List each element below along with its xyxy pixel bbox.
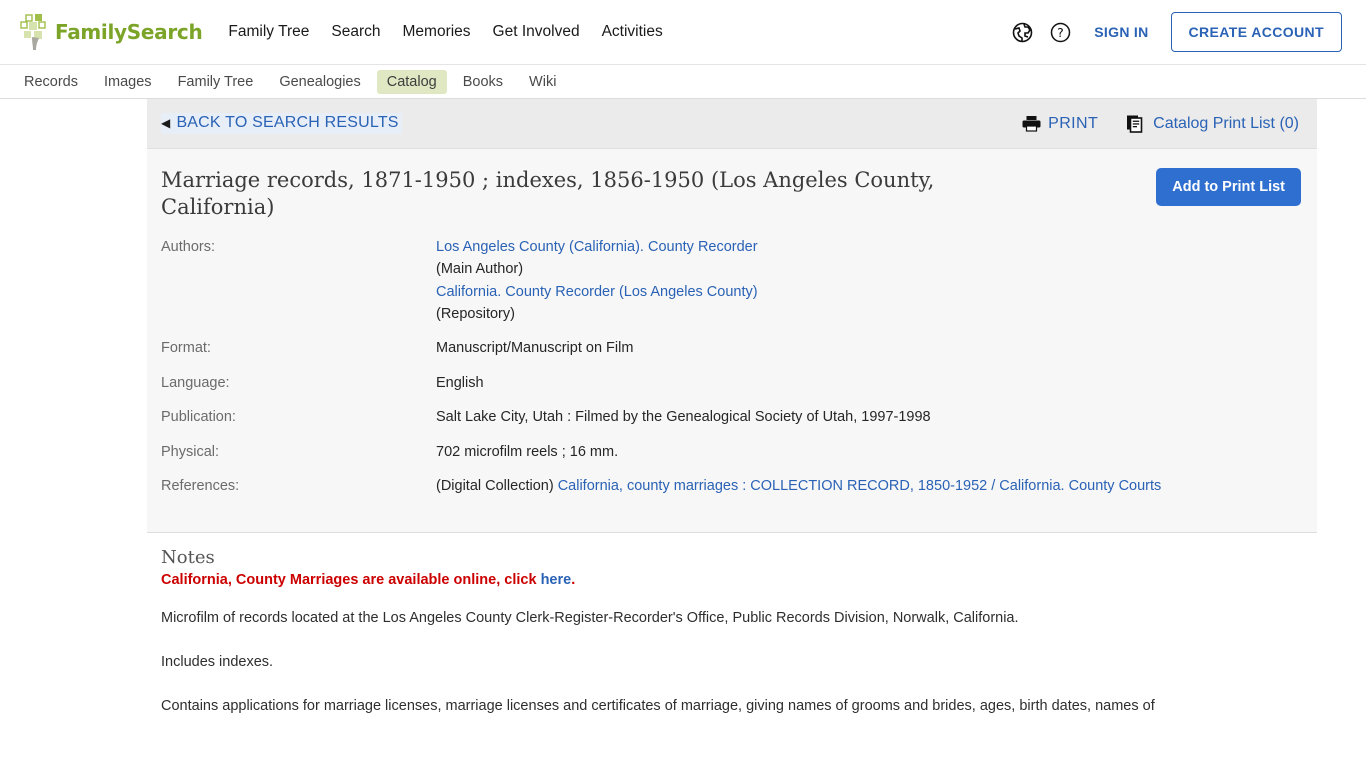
catalog-print-list-button[interactable]: Catalog Print List (0) bbox=[1126, 114, 1299, 134]
notes-here-link[interactable]: here bbox=[541, 572, 572, 588]
table-row: Language: English bbox=[161, 372, 1299, 406]
svg-text:?: ? bbox=[1057, 25, 1064, 40]
record-detail-card: Marriage records, 1871-1950 ; indexes, 1… bbox=[147, 149, 1317, 533]
notes-paragraph-3: Contains applications for marriage licen… bbox=[161, 698, 1155, 715]
back-to-search-results-link[interactable]: ◀ BACK TO SEARCH RESULTS bbox=[161, 113, 402, 134]
page-title: Marriage records, 1871-1950 ; indexes, 1… bbox=[161, 168, 935, 220]
field-value-authors: Los Angeles County (California). County … bbox=[436, 236, 1299, 338]
field-value-references: (Digital Collection) California, county … bbox=[436, 475, 1299, 509]
back-link-label: BACK TO SEARCH RESULTS bbox=[176, 114, 399, 131]
field-label-language: Language: bbox=[161, 374, 230, 391]
author-main-link[interactable]: Los Angeles County (California). County … bbox=[436, 239, 758, 255]
field-value-physical: 702 microfilm reels ; 16 mm. bbox=[436, 443, 619, 460]
print-label: PRINT bbox=[1048, 114, 1099, 132]
sign-in-link[interactable]: SIGN IN bbox=[1094, 24, 1148, 40]
field-label-physical: Physical: bbox=[161, 443, 220, 460]
table-row: Authors: Los Angeles County (California)… bbox=[161, 236, 1299, 338]
notes-section: Notes California, County Marriages are a… bbox=[147, 533, 1317, 717]
subnav-item-images[interactable]: Images bbox=[94, 70, 162, 94]
add-to-print-list-button[interactable]: Add to Print List bbox=[1156, 168, 1301, 206]
subnav-item-wiki[interactable]: Wiki bbox=[519, 70, 566, 94]
subnav-item-books[interactable]: Books bbox=[453, 70, 513, 94]
field-value-format: Manuscript/Manuscript on Film bbox=[436, 340, 634, 357]
family-tree-logo-icon bbox=[20, 13, 54, 51]
nav-memories[interactable]: Memories bbox=[403, 23, 471, 41]
catalog-toolbar: ◀ BACK TO SEARCH RESULTS PRINT Catalog P… bbox=[147, 99, 1317, 149]
table-row: Physical: 702 microfilm reels ; 16 mm. bbox=[161, 441, 1299, 475]
notes-alert-prefix: California, County Marriages are availab… bbox=[161, 571, 541, 588]
field-value-publication: Salt Lake City, Utah : Filmed by the Gen… bbox=[436, 409, 931, 426]
references-prefix: (Digital Collection) bbox=[436, 478, 558, 495]
familysearch-logo[interactable]: FamilySearch bbox=[20, 13, 203, 51]
back-arrow-icon: ◀ bbox=[161, 116, 171, 130]
page-body: ◀ BACK TO SEARCH RESULTS PRINT Catalog P… bbox=[0, 99, 1366, 741]
notes-paragraph-2: Includes indexes. bbox=[161, 654, 274, 671]
author-main-role: (Main Author) bbox=[436, 261, 524, 278]
catalog-print-list-label: Catalog Print List (0) bbox=[1153, 114, 1299, 132]
notes-alert-suffix: . bbox=[571, 571, 576, 588]
author-repository-link[interactable]: California. County Recorder (Los Angeles… bbox=[436, 284, 758, 300]
nav-family-tree[interactable]: Family Tree bbox=[228, 23, 309, 41]
logo-wordmark: FamilySearch bbox=[55, 20, 203, 44]
subnav-item-catalog[interactable]: Catalog bbox=[376, 69, 447, 94]
record-metadata-table: Authors: Los Angeles County (California)… bbox=[161, 236, 1299, 510]
nav-search[interactable]: Search bbox=[331, 23, 380, 41]
help-question-icon[interactable]: ? bbox=[1048, 20, 1072, 44]
nav-activities[interactable]: Activities bbox=[602, 23, 663, 41]
print-button[interactable]: PRINT bbox=[1022, 115, 1098, 133]
document-stack-icon bbox=[1126, 114, 1146, 134]
field-label-authors: Authors: bbox=[161, 238, 215, 255]
field-label-references: References: bbox=[161, 478, 240, 495]
notes-online-alert: California, County Marriages are availab… bbox=[161, 572, 1299, 588]
table-row: Publication: Salt Lake City, Utah : Film… bbox=[161, 406, 1299, 440]
field-label-publication: Publication: bbox=[161, 409, 236, 426]
table-row: References: (Digital Collection) Califor… bbox=[161, 475, 1299, 509]
secondary-nav: Records Images Family Tree Genealogies C… bbox=[0, 65, 1366, 99]
author-repository-role: (Repository) bbox=[436, 306, 515, 322]
primary-nav: Family Tree Search Memories Get Involved… bbox=[228, 23, 662, 41]
subnav-item-family-tree[interactable]: Family Tree bbox=[168, 70, 264, 94]
nav-get-involved[interactable]: Get Involved bbox=[493, 23, 580, 41]
notes-heading: Notes bbox=[161, 546, 215, 568]
table-row: Format: Manuscript/Manuscript on Film bbox=[161, 337, 1299, 371]
field-value-language: English bbox=[436, 374, 484, 391]
create-account-button[interactable]: CREATE ACCOUNT bbox=[1170, 12, 1342, 52]
site-header: FamilySearch Family Tree Search Memories… bbox=[0, 0, 1366, 65]
subnav-item-records[interactable]: Records bbox=[14, 70, 88, 94]
references-collection-link[interactable]: California, county marriages : COLLECTIO… bbox=[558, 478, 1162, 494]
printer-icon bbox=[1022, 115, 1041, 132]
globe-icon[interactable] bbox=[1010, 20, 1034, 44]
notes-paragraph-1: Microfilm of records located at the Los … bbox=[161, 609, 1019, 626]
subnav-item-genealogies[interactable]: Genealogies bbox=[269, 70, 370, 94]
field-label-format: Format: bbox=[161, 340, 211, 357]
catalog-panel: ◀ BACK TO SEARCH RESULTS PRINT Catalog P… bbox=[147, 99, 1317, 741]
toolbar-actions: PRINT Catalog Print List (0) bbox=[994, 114, 1299, 134]
header-actions: ? SIGN IN CREATE ACCOUNT bbox=[1010, 12, 1342, 52]
